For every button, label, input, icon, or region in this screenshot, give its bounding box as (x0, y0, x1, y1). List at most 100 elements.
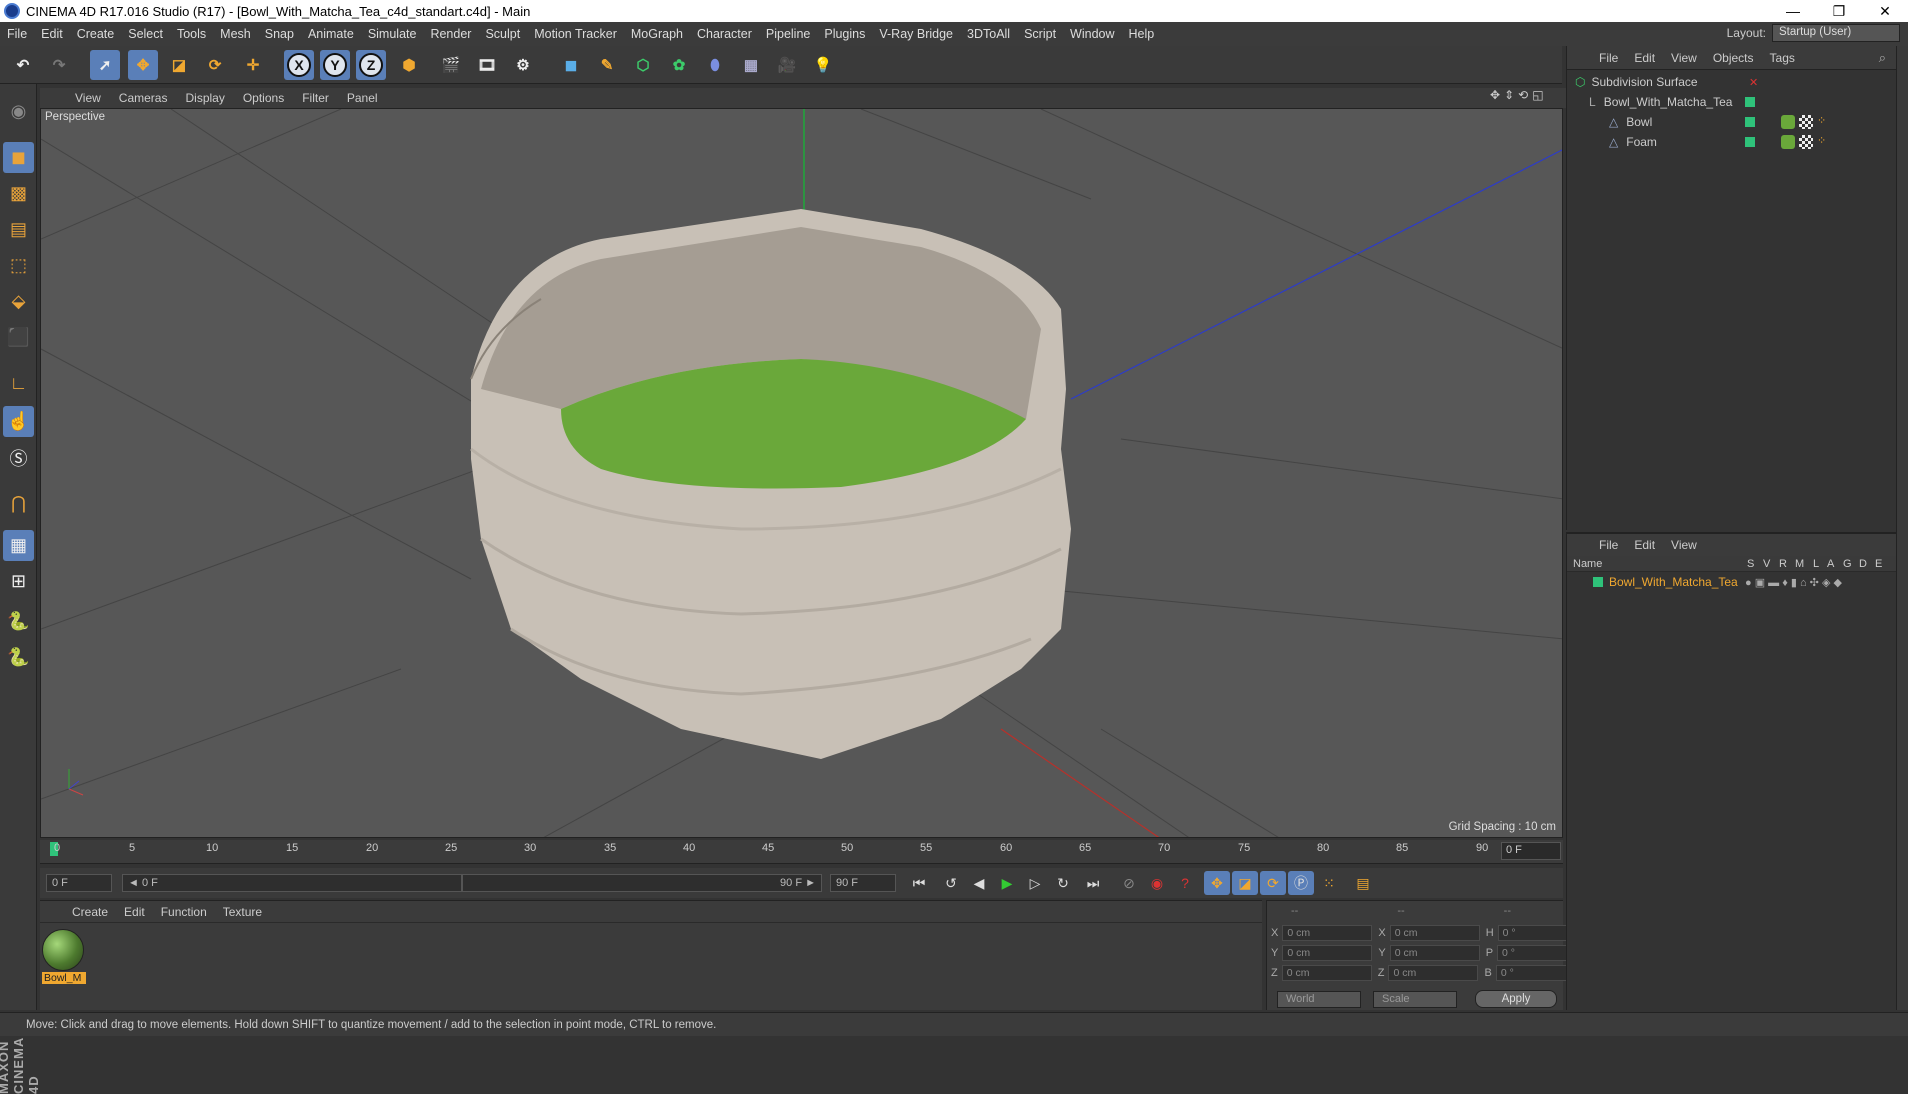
column-expressions[interactable]: E (1875, 558, 1882, 570)
dolly-icon[interactable]: ⇕ (1504, 88, 1514, 102)
menu-plugins[interactable]: Plugins (817, 27, 872, 41)
material-menu-texture[interactable]: Texture (215, 905, 270, 919)
frame-range-start[interactable]: ◄ 0 F (122, 874, 462, 892)
deformer-icon[interactable]: ⬮ (700, 50, 730, 80)
size-z-field[interactable]: 0 cm (1388, 965, 1479, 981)
render-settings-icon[interactable]: ⚙ (508, 50, 538, 80)
viewport-menu-filter[interactable]: Filter (293, 91, 338, 105)
scale-tool-icon[interactable]: ◪ (164, 50, 194, 80)
y-axis-lock-icon[interactable]: Y (320, 50, 350, 80)
bowl-model[interactable] (470, 209, 1071, 759)
size-x-field[interactable]: 0 cm (1389, 925, 1480, 941)
menu-create[interactable]: Create (70, 27, 122, 41)
size-mode-dropdown[interactable]: Scale (1373, 991, 1457, 1008)
menu-3dtoall[interactable]: 3DToAll (960, 27, 1017, 41)
key-parameter-icon[interactable]: Ⓟ (1288, 871, 1314, 895)
viewport-menu-panel[interactable]: Panel (338, 91, 387, 105)
menu-snap[interactable]: Snap (258, 27, 301, 41)
layer-color-swatch[interactable] (1745, 97, 1755, 107)
menu-file[interactable]: File (0, 27, 34, 41)
menu-animate[interactable]: Animate (301, 27, 361, 41)
uvw-tag-icon[interactable] (1799, 135, 1813, 149)
object-row-bowl-with-matcha-tea[interactable]: L Bowl_With_Matcha_Tea (1567, 92, 1897, 112)
viewport-menu-cameras[interactable]: Cameras (110, 91, 177, 105)
menu-simulate[interactable]: Simulate (361, 27, 424, 41)
snapping-icon[interactable]: ⋂ (3, 488, 34, 519)
timeline-window-icon[interactable]: ▤ (1350, 871, 1376, 895)
selection-tag-icon[interactable]: ⁘ (1817, 134, 1826, 147)
object-row-foam[interactable]: △ Foam ⁘ (1567, 132, 1897, 152)
timeline-ruler[interactable]: 0 5 10 15 20 25 30 35 40 45 50 55 60 65 … (40, 840, 1563, 864)
menu-vray-bridge[interactable]: V-Ray Bridge (872, 27, 960, 41)
menu-motion-tracker[interactable]: Motion Tracker (527, 27, 624, 41)
render-view-icon[interactable]: 🎬 (436, 50, 466, 80)
rotation-b-field[interactable]: 0 ° (1495, 965, 1574, 981)
current-frame-field[interactable]: 0 F (1501, 842, 1561, 860)
3d-viewport[interactable]: Perspective Grid Spacing : 10 cm (40, 108, 1563, 838)
array-generator-icon[interactable]: ✿ (664, 50, 694, 80)
layer-toggle-icons[interactable]: ● ▣ ▬ ♦ ▮ ⌂ ✣ ◈ ◆ (1745, 576, 1842, 589)
viewport-menu-options[interactable]: Options (234, 91, 293, 105)
column-solo[interactable]: S (1747, 558, 1754, 570)
objects-menu-edit[interactable]: Edit (1626, 51, 1663, 65)
column-name[interactable]: Name (1573, 558, 1602, 570)
layer-color-swatch[interactable] (1745, 117, 1755, 127)
tweak-mode-icon[interactable]: ☝ (3, 406, 34, 437)
next-key-icon[interactable]: ↻ (1050, 871, 1076, 895)
previous-frame-icon[interactable]: ◀ (966, 871, 992, 895)
orbit-icon[interactable]: ⟲ (1518, 88, 1528, 102)
workplane-mode-icon[interactable]: ▤ (3, 214, 34, 245)
planar-workplane-icon[interactable]: ⊞ (3, 566, 34, 597)
material-tag-icon[interactable] (1781, 135, 1795, 149)
key-scale-icon[interactable]: ◪ (1232, 871, 1258, 895)
size-y-field[interactable]: 0 cm (1389, 945, 1480, 961)
layer-row[interactable]: Bowl_With_Matcha_Tea ● ▣ ▬ ♦ ▮ ⌂ ✣ ◈ ◆ (1567, 572, 1896, 592)
objects-menu-file[interactable]: File (1591, 51, 1626, 65)
close-button[interactable]: ✕ (1862, 0, 1908, 22)
viewport-menu-view[interactable]: View (66, 91, 110, 105)
menu-render[interactable]: Render (423, 27, 478, 41)
go-to-start-icon[interactable]: ⏮ (906, 871, 932, 895)
menu-pipeline[interactable]: Pipeline (759, 27, 817, 41)
disabled-x-icon[interactable]: ✕ (1749, 76, 1758, 89)
menu-script[interactable]: Script (1017, 27, 1063, 41)
menu-help[interactable]: Help (1122, 27, 1162, 41)
camera-object-icon[interactable]: 🎥 (772, 50, 802, 80)
frame-range-end[interactable]: 90 F ► (462, 874, 822, 892)
column-locked[interactable]: L (1813, 558, 1819, 570)
autokey-icon[interactable]: ◉ (1144, 871, 1170, 895)
texture-mode-icon[interactable]: ▩ (3, 178, 34, 209)
cube-object-icon[interactable]: ◼ (556, 50, 586, 80)
next-frame-icon[interactable]: ▷ (1022, 871, 1048, 895)
redo-icon[interactable]: ↷ (44, 50, 74, 80)
x-axis-lock-icon[interactable]: X (284, 50, 314, 80)
layers-menu-file[interactable]: File (1591, 538, 1626, 552)
subdivision-surface-icon[interactable]: ⬡ (628, 50, 658, 80)
menu-edit[interactable]: Edit (34, 27, 70, 41)
solo-mode-icon[interactable]: Ⓢ (3, 442, 34, 473)
python-script-2-icon[interactable]: 🐍 (3, 642, 34, 673)
position-z-field[interactable]: 0 cm (1281, 965, 1372, 981)
menu-character[interactable]: Character (690, 27, 759, 41)
layers-menu-edit[interactable]: Edit (1626, 538, 1663, 552)
rotate-tool-icon[interactable]: ⟳ (200, 50, 230, 80)
layers-menu-view[interactable]: View (1663, 538, 1705, 552)
coordinate-system-icon[interactable]: ⬢ (394, 50, 424, 80)
keyframe-selection-icon[interactable]: ? (1172, 871, 1198, 895)
axis-mode-icon[interactable]: ∟ (3, 368, 34, 399)
floor-object-icon[interactable]: ▦ (736, 50, 766, 80)
live-selection-icon[interactable]: ✛ (238, 50, 268, 80)
objects-menu-objects[interactable]: Objects (1705, 51, 1762, 65)
layer-color-swatch[interactable] (1593, 577, 1603, 587)
maximize-view-icon[interactable]: ◱ (1532, 88, 1543, 102)
move-tool-icon[interactable]: ✥ (128, 50, 158, 80)
workplane-lock-icon[interactable]: ▦ (3, 530, 34, 561)
rotation-p-field[interactable]: 0 ° (1497, 945, 1576, 961)
column-render[interactable]: R (1779, 558, 1787, 570)
material-tag-icon[interactable] (1781, 115, 1795, 129)
material-swatch[interactable]: Bowl_M (42, 929, 86, 985)
uvw-tag-icon[interactable] (1799, 115, 1813, 129)
objects-menu-tags[interactable]: Tags (1762, 51, 1803, 65)
python-script-icon[interactable]: 🐍 (3, 606, 34, 637)
material-menu-create[interactable]: Create (64, 905, 116, 919)
